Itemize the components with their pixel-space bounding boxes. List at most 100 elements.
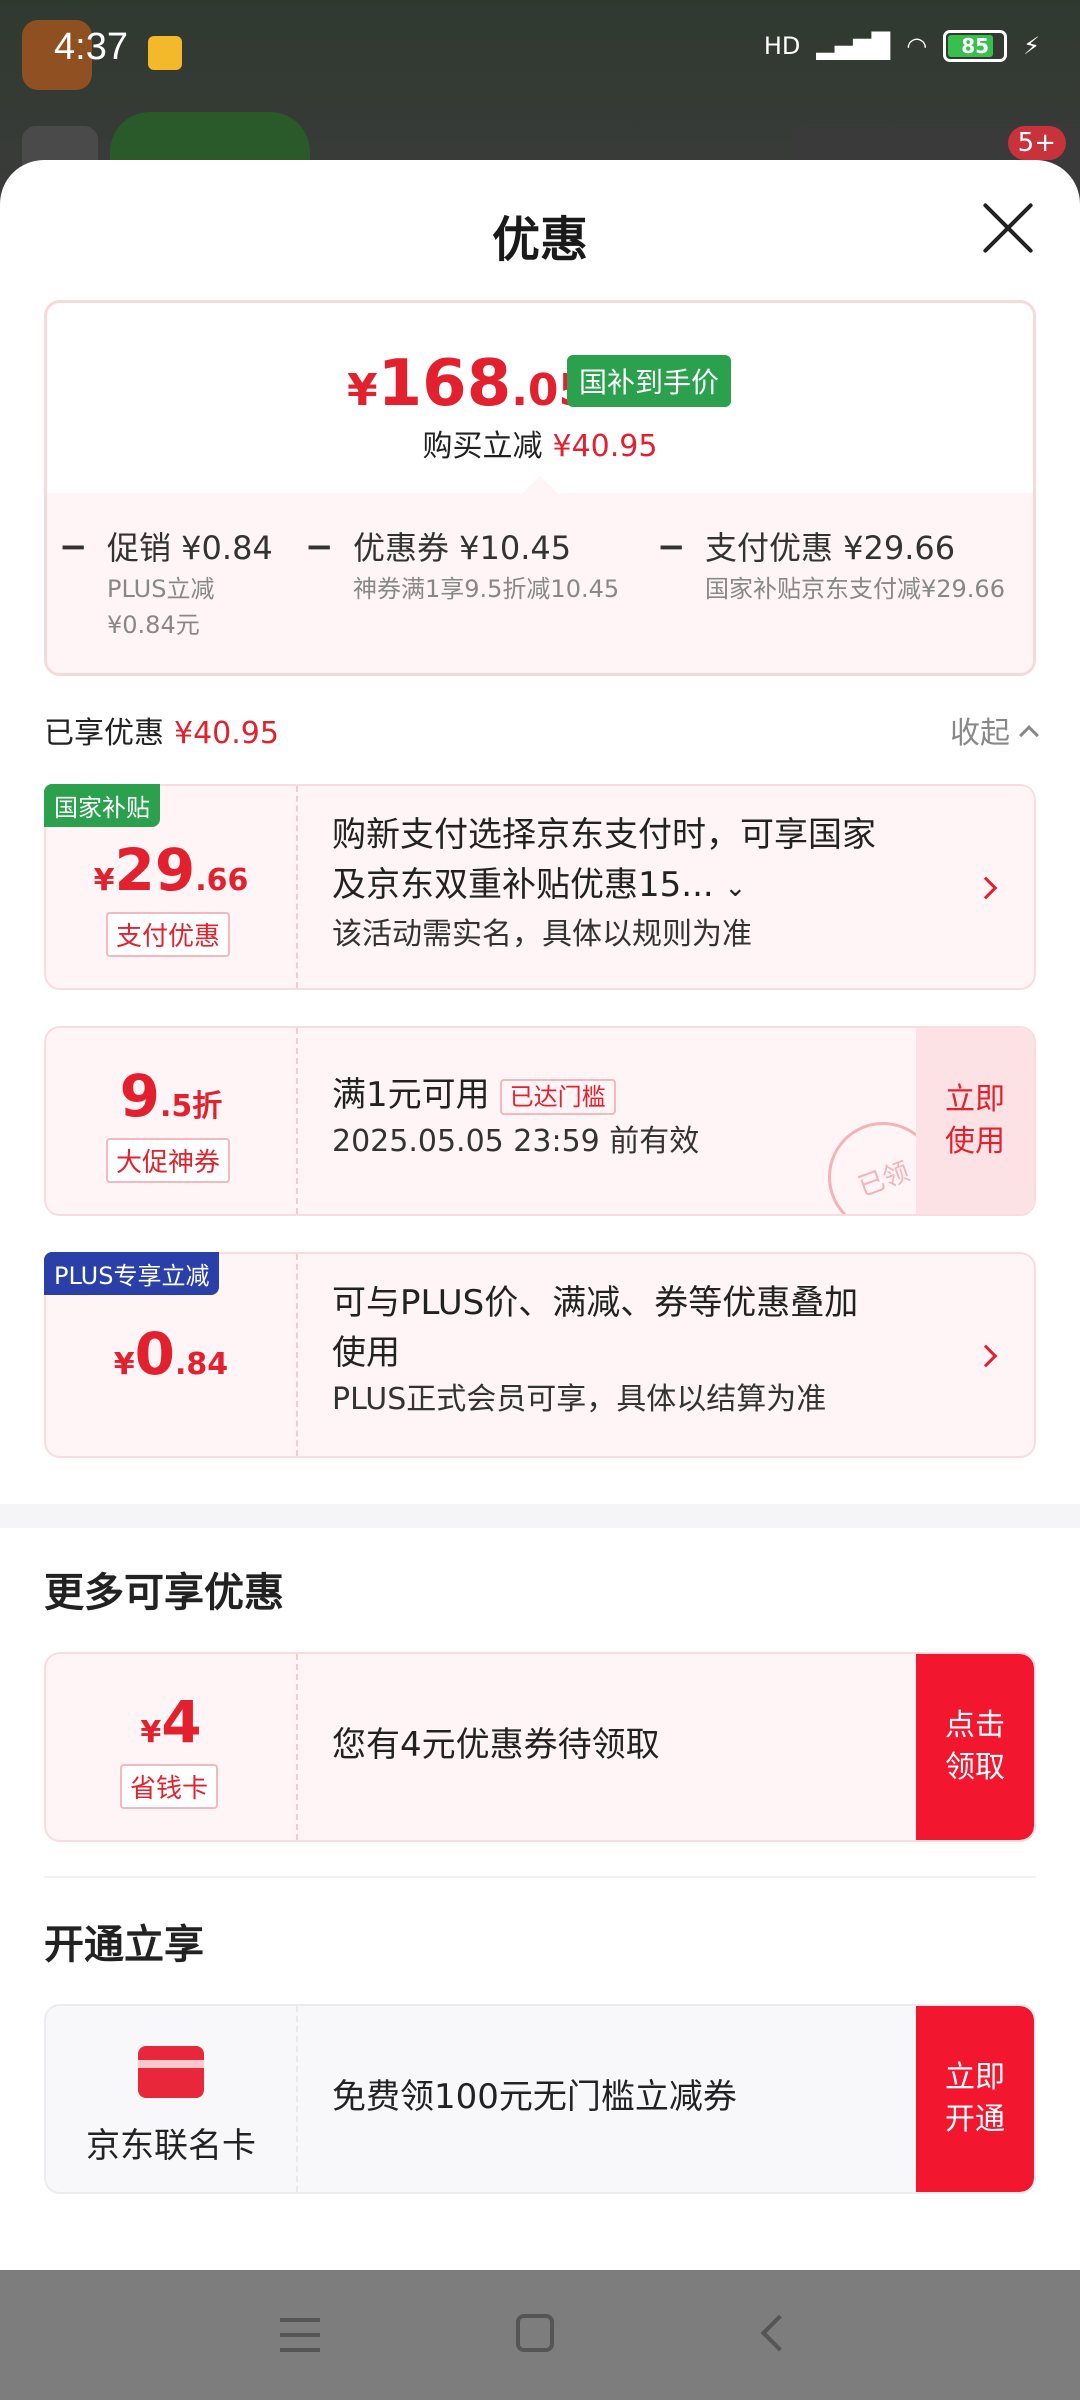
breakdown-desc-line: PLUS立减 — [107, 575, 215, 603]
value-integer: 4 — [161, 1688, 202, 1756]
claim-label: 点击领取 — [945, 1708, 1005, 1785]
close-icon[interactable] — [980, 200, 1036, 256]
status-bar: 4:37 HD ▂▄▆█ ◠ 85 ⚡ — [0, 0, 1080, 100]
breakdown-desc: 国家补贴京东支付减¥29.66 — [705, 575, 1005, 603]
chevron-right-icon[interactable] — [974, 1344, 998, 1368]
wifi-icon: ◠ — [906, 32, 928, 60]
value-decimal: .5折 — [160, 1089, 223, 1124]
coupon-condition: 满1元可用 已达门槛 — [332, 1070, 904, 1120]
value-decimal: .84 — [175, 1347, 229, 1382]
open-enjoy-title: 开通立享 — [44, 1922, 204, 1968]
value-decimal: .66 — [195, 863, 249, 898]
breakdown-desc: 神券满1享9.5折减10.45 — [353, 575, 620, 603]
status-time: 4:37 — [54, 26, 128, 68]
open-now-button[interactable]: 立即开通 — [916, 2006, 1034, 2192]
subsidy-price-tag: 国补到手价 — [567, 355, 732, 407]
chevron-down-icon[interactable]: ⌄ — [725, 873, 747, 903]
value-prefix: ¥ — [140, 1715, 162, 1750]
coupon-value: ¥4 — [46, 1688, 296, 1756]
minus-icon: − — [305, 527, 334, 567]
collapse-button[interactable]: 收起 — [950, 708, 1039, 752]
coupon-desc-line: 购新支付选择京东支付时，可享国家 — [332, 815, 876, 855]
coupon-value-area: ¥4 省钱卡 — [46, 1654, 298, 1840]
purchase-reduction: 购买立减 ¥40.95 — [47, 421, 1033, 465]
coupon-value-area: PLUS专享立减 ¥0.84 — [44, 1252, 298, 1456]
signal-icon: ▂▄▆█ — [816, 32, 891, 60]
enjoyed-discount: 已享优惠 ¥40.95 — [44, 708, 279, 752]
coupon-value: ¥0.84 — [46, 1320, 296, 1388]
cobrand-card-offer: 京东联名卡 免费领100元无门槛立减券 立即开通 — [44, 2004, 1036, 2194]
coupon-desc-line: 可与PLUS价、满减、券等优惠叠加 — [332, 1283, 859, 1323]
summary-top: ¥168.05 国补到手价 购买立减 ¥40.95 — [47, 303, 1033, 493]
corner-tag: 国家补贴 — [44, 784, 160, 827]
open-now-label: 立即开通 — [945, 2060, 1005, 2137]
more-discounts-title: 更多可享优惠 — [44, 1570, 284, 1616]
saving-card-text: 您有4元优惠券待领取 — [332, 1725, 660, 1765]
collapse-label: 收起 — [950, 716, 1010, 751]
coupon-type-tag: 省钱卡 — [120, 1764, 219, 1809]
chevron-up-icon — [1019, 724, 1039, 745]
coupon-value: 9.5折 — [46, 1062, 296, 1130]
back-icon[interactable] — [760, 2314, 798, 2352]
use-now-button[interactable]: 立即使用 — [916, 1028, 1034, 1214]
enjoyed-label: 已享优惠 — [44, 716, 164, 751]
system-nav-bar — [0, 2270, 1080, 2400]
coupon-rule-note: PLUS正式会员可享，具体以结算为准 — [332, 1382, 827, 1417]
minus-icon: − — [657, 527, 686, 567]
value-integer: 9 — [119, 1062, 161, 1130]
coupon-validity: 2025.05.05 23:59 前有效 — [332, 1124, 700, 1159]
coupon-content: 您有4元优惠券待领取 — [332, 1720, 904, 1770]
coupon-content: 购新支付选择京东支付时，可享国家 及京东双重补贴优惠15... ⌄ 该活动需实名… — [332, 810, 964, 957]
network-label: HD — [763, 32, 801, 60]
charging-icon: ⚡ — [1023, 32, 1040, 60]
home-icon[interactable] — [516, 2314, 554, 2352]
card-area: 京东联名卡 — [46, 2006, 298, 2192]
price-integer: 168 — [377, 347, 512, 421]
value-integer: 0 — [134, 1320, 176, 1388]
status-icons: HD ▂▄▆█ ◠ 85 ⚡ — [764, 30, 1040, 62]
price-summary-card: ¥168.05 国补到手价 购买立减 ¥40.95 − 促销 ¥0.84 PLUS… — [44, 300, 1036, 676]
value-prefix: ¥ — [93, 863, 115, 898]
breakdown-title: 优惠券 ¥10.45 — [353, 529, 572, 567]
use-now-label: 立即使用 — [945, 1082, 1005, 1159]
coupon-rule-note: 该活动需实名，具体以规则为准 — [332, 917, 752, 952]
coupon-desc-text: 及京东双重补贴优惠15... — [332, 865, 714, 905]
credit-card-icon — [138, 2046, 204, 2098]
reduction-label: 购买立减 — [422, 429, 543, 464]
divider-line — [44, 1876, 1036, 1878]
minus-icon: − — [59, 527, 88, 567]
battery-level: 85 — [961, 34, 990, 58]
chevron-right-icon[interactable] — [974, 876, 998, 900]
coupon-content: 免费领100元无门槛立减券 — [332, 2072, 904, 2122]
enjoyed-amount: ¥40.95 — [174, 716, 279, 751]
coupon-content: 可与PLUS价、满减、券等优惠叠加 使用 PLUS正式会员可享，具体以结算为准 — [332, 1278, 964, 1422]
coupon-type-tag: 支付优惠 — [106, 912, 231, 957]
card-name: 京东联名卡 — [86, 2126, 256, 2166]
corner-tag: PLUS专享立减 — [44, 1252, 220, 1295]
coupon-value-area: 9.5折 大促神券 — [46, 1028, 298, 1214]
condition-text: 满1元可用 — [332, 1075, 490, 1115]
threshold-met-tag: 已达门槛 — [499, 1078, 616, 1115]
breakdown-title: 促销 ¥0.84 — [107, 529, 273, 567]
notification-badge: 5+ — [1007, 126, 1066, 160]
note-icon — [148, 36, 182, 70]
battery-icon: 85 — [943, 30, 1008, 62]
coupon-content: 满1元可用 已达门槛 2025.05.05 23:59 前有效 — [332, 1070, 904, 1164]
menu-icon[interactable] — [280, 2318, 320, 2352]
coupon-type-tag: 大促神券 — [106, 1138, 231, 1183]
coupon-national-subsidy[interactable]: 国家补贴 ¥29.66 支付优惠 购新支付选择京东支付时，可享国家 及京东双重补… — [44, 784, 1036, 990]
coupon-value-area: 国家补贴 ¥29.66 支付优惠 — [44, 784, 298, 988]
section-divider — [0, 1504, 1080, 1528]
coupon-big-promo: 9.5折 大促神券 满1元可用 已达门槛 2025.05.05 23:59 前有效… — [44, 1026, 1036, 1216]
breakdown-desc-line: ¥0.84元 — [107, 611, 200, 639]
coupon-plus[interactable]: PLUS专享立减 ¥0.84 可与PLUS价、满减、券等优惠叠加 使用 PLUS… — [44, 1252, 1036, 1458]
claim-button[interactable]: 点击领取 — [916, 1654, 1034, 1840]
coupon-desc-line-2: 及京东双重补贴优惠15... ⌄ — [332, 860, 964, 913]
coupon-desc-line-2: 使用 — [332, 1333, 400, 1373]
currency-symbol: ¥ — [347, 365, 378, 416]
discount-breakdown: − 促销 ¥0.84 PLUS立减 ¥0.84元 − 优惠券 ¥10.45 神券满… — [47, 493, 1033, 673]
coupon-saving-card: ¥4 省钱卡 您有4元优惠券待领取 点击领取 — [44, 1652, 1036, 1842]
value-prefix: ¥ — [113, 1347, 135, 1382]
final-price: ¥168.05 — [347, 347, 589, 421]
value-integer: 29 — [114, 836, 196, 904]
